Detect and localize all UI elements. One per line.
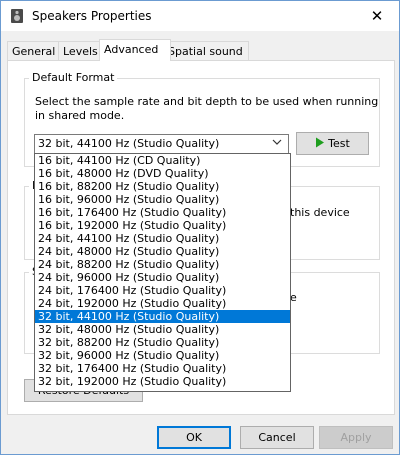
tab-advanced[interactable]: Advanced bbox=[99, 39, 171, 61]
dropdown-option[interactable]: 32 bit, 88200 Hz (Studio Quality) bbox=[35, 336, 290, 349]
close-button[interactable]: ✕ bbox=[355, 1, 399, 31]
dropdown-option[interactable]: 16 bit, 44100 Hz (CD Quality) bbox=[35, 154, 290, 167]
sample-format-select[interactable]: 32 bit, 44100 Hz (Studio Quality) bbox=[34, 134, 289, 155]
cancel-label: Cancel bbox=[258, 431, 296, 444]
dropdown-option[interactable]: 32 bit, 176400 Hz (Studio Quality) bbox=[35, 362, 290, 375]
tab-spatial-sound[interactable]: Spatial sound bbox=[163, 41, 249, 61]
default-format-label: Default Format bbox=[29, 71, 118, 84]
ok-button[interactable]: OK bbox=[157, 426, 231, 449]
window-title: Speakers Properties bbox=[32, 9, 152, 23]
test-button[interactable]: Test bbox=[296, 132, 369, 155]
dropdown-option[interactable]: 16 bit, 88200 Hz (Studio Quality) bbox=[35, 180, 290, 193]
apply-label: Apply bbox=[340, 431, 372, 444]
test-button-label: Test bbox=[328, 137, 350, 150]
dropdown-option[interactable]: 32 bit, 96000 Hz (Studio Quality) bbox=[35, 349, 290, 362]
exclusive-mode-text-fragment: this device bbox=[290, 206, 350, 219]
dropdown-option[interactable]: 16 bit, 192000 Hz (Studio Quality) bbox=[35, 219, 290, 232]
speakers-properties-window: Speakers Properties ✕ General Levels Adv… bbox=[0, 0, 400, 455]
cancel-button[interactable]: Cancel bbox=[240, 426, 314, 449]
signal-enhancements-text-fragment: e bbox=[290, 291, 297, 304]
sample-format-selected-value: 32 bit, 44100 Hz (Studio Quality) bbox=[38, 137, 220, 150]
default-format-description-line1: Select the sample rate and bit depth to … bbox=[35, 95, 379, 108]
ok-label: OK bbox=[186, 431, 202, 444]
sample-format-dropdown-list[interactable]: 16 bit, 44100 Hz (CD Quality) 16 bit, 480… bbox=[34, 153, 291, 392]
dropdown-option[interactable]: 24 bit, 88200 Hz (Studio Quality) bbox=[35, 258, 290, 271]
dropdown-option[interactable]: 16 bit, 96000 Hz (Studio Quality) bbox=[35, 193, 290, 206]
dropdown-option[interactable]: 24 bit, 192000 Hz (Studio Quality) bbox=[35, 297, 290, 310]
apply-button: Apply bbox=[319, 426, 393, 449]
default-format-description-line2: in shared mode. bbox=[35, 109, 125, 122]
dropdown-option[interactable]: 24 bit, 176400 Hz (Studio Quality) bbox=[35, 284, 290, 297]
dropdown-option[interactable]: 16 bit, 48000 Hz (DVD Quality) bbox=[35, 167, 290, 180]
speaker-icon bbox=[11, 9, 23, 23]
dropdown-option[interactable]: 32 bit, 44100 Hz (Studio Quality) bbox=[35, 310, 290, 323]
dropdown-option[interactable]: 24 bit, 96000 Hz (Studio Quality) bbox=[35, 271, 290, 284]
dropdown-option[interactable]: 16 bit, 176400 Hz (Studio Quality) bbox=[35, 206, 290, 219]
dropdown-option[interactable]: 32 bit, 48000 Hz (Studio Quality) bbox=[35, 323, 290, 336]
dropdown-option[interactable]: 24 bit, 48000 Hz (Studio Quality) bbox=[35, 245, 290, 258]
tab-general[interactable]: General bbox=[7, 41, 63, 61]
close-icon: ✕ bbox=[370, 7, 384, 25]
title-bar[interactable]: Speakers Properties ✕ bbox=[1, 1, 399, 31]
chevron-down-icon bbox=[272, 138, 282, 149]
play-icon bbox=[315, 134, 325, 155]
tab-levels[interactable]: Levels bbox=[58, 41, 105, 61]
dropdown-option[interactable]: 24 bit, 44100 Hz (Studio Quality) bbox=[35, 232, 290, 245]
dropdown-option[interactable]: 32 bit, 192000 Hz (Studio Quality) bbox=[35, 375, 290, 388]
